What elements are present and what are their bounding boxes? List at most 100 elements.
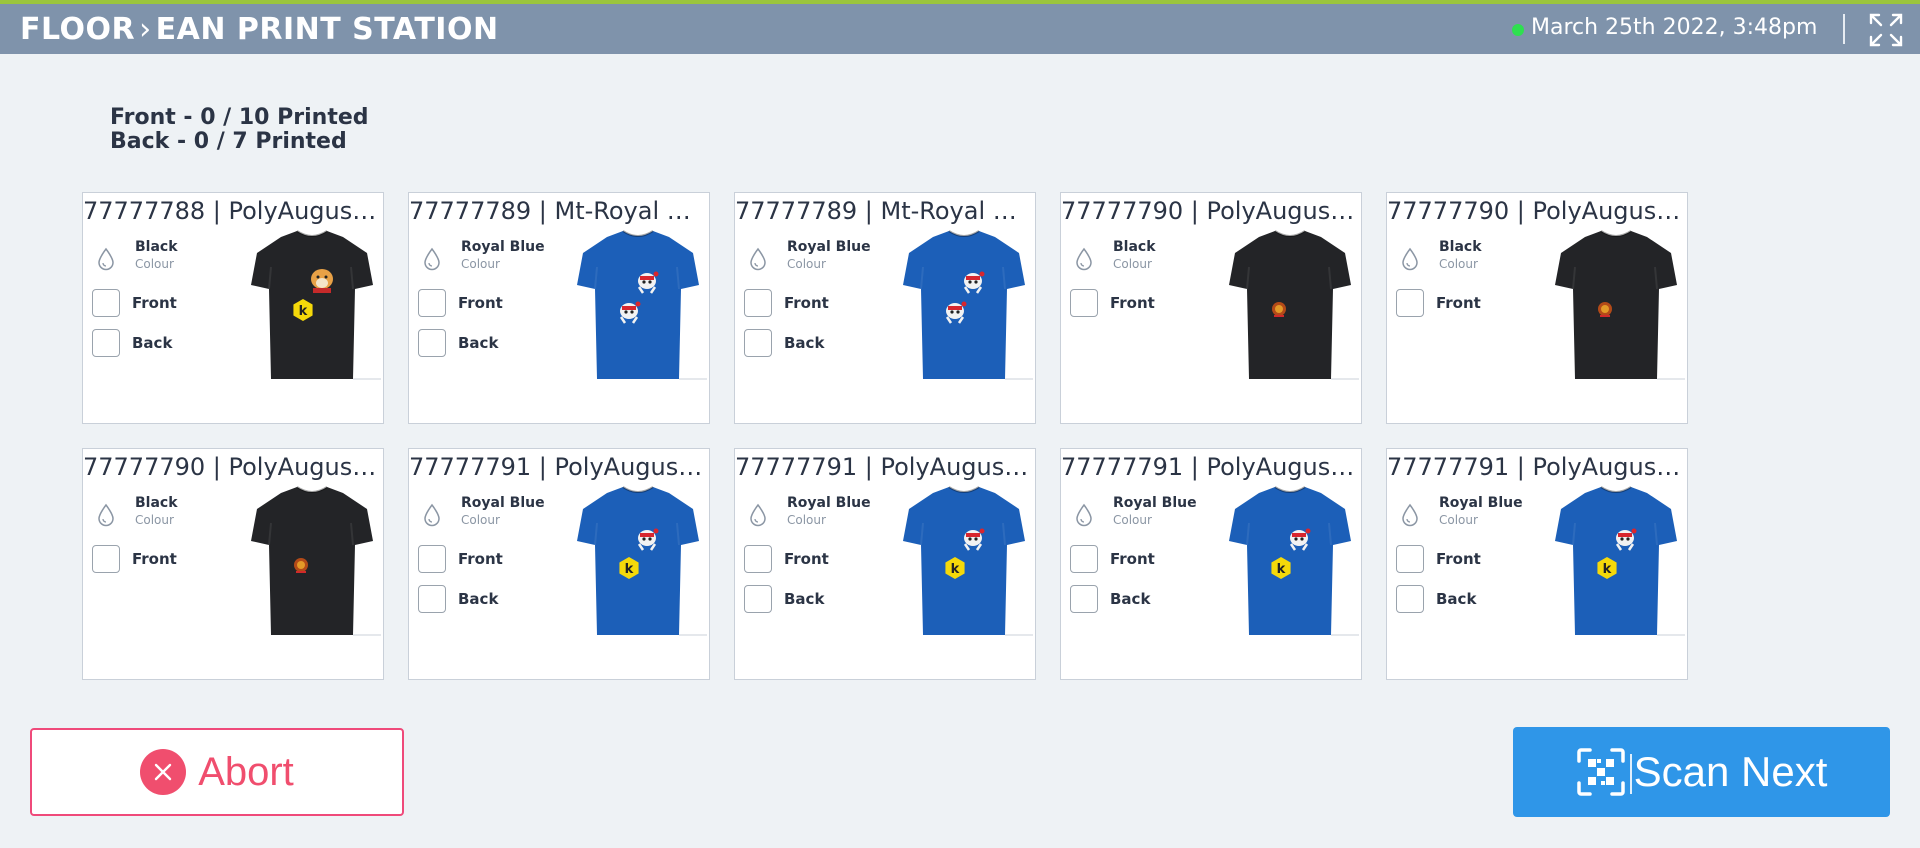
- back-checkbox[interactable]: [1396, 585, 1424, 613]
- back-checkbox[interactable]: [744, 585, 772, 613]
- item-card[interactable]: 77777788 | PolyAugusta-... Black Colour …: [82, 192, 384, 424]
- colour-name: Black: [1439, 239, 1482, 255]
- colour-caption: Colour: [787, 513, 826, 527]
- scan-next-button[interactable]: Scan Next: [1513, 727, 1890, 817]
- tshirt-image: k: [577, 486, 707, 636]
- colour-name: Royal Blue: [787, 239, 871, 255]
- svg-text:k: k: [1277, 562, 1286, 577]
- item-title: 77777790 | PolyAugusta-...: [1387, 197, 1687, 225]
- front-checkbox-row[interactable]: Front: [1396, 287, 1481, 319]
- colour-caption: Colour: [1113, 513, 1152, 527]
- front-label: Front: [784, 294, 829, 312]
- front-label: Front: [1110, 294, 1155, 312]
- front-checkbox[interactable]: [1396, 289, 1424, 317]
- colour-caption: Colour: [135, 513, 174, 527]
- colour-name: Royal Blue: [787, 495, 871, 511]
- back-printed-count: Back - 0 / 7 Printed: [110, 129, 347, 154]
- colour-name: Black: [135, 495, 178, 511]
- breadcrumb-current: EAN PRINT STATION: [155, 12, 499, 47]
- colour-name: Black: [135, 239, 178, 255]
- front-checkbox[interactable]: [92, 545, 120, 573]
- back-checkbox-row[interactable]: Back: [744, 583, 824, 615]
- item-title: 77777789 | Mt-Royal Blue...: [409, 197, 709, 225]
- front-checkbox-row[interactable]: Front: [418, 543, 503, 575]
- item-title: 77777790 | PolyAugusta-...: [83, 453, 383, 481]
- front-checkbox-row[interactable]: Front: [744, 287, 829, 319]
- front-checkbox-row[interactable]: Front: [1070, 287, 1155, 319]
- datetime-display: March 25th 2022, 3:48pm: [1531, 15, 1818, 40]
- close-circle-icon: [140, 749, 187, 795]
- item-card[interactable]: 77777789 | Mt-Royal Blue... Royal Blue C…: [408, 192, 710, 424]
- scan-next-label: Scan Next: [1629, 748, 1827, 796]
- item-card[interactable]: 77777791 | PolyAugusta-... Royal Blue Co…: [408, 448, 710, 680]
- item-title: 77777791 | PolyAugusta-...: [409, 453, 709, 481]
- front-checkbox[interactable]: [744, 545, 772, 573]
- front-checkbox-row[interactable]: Front: [418, 287, 503, 319]
- back-checkbox[interactable]: [418, 329, 446, 357]
- front-checkbox[interactable]: [1070, 545, 1098, 573]
- item-card[interactable]: 77777791 | PolyAugusta-... Royal Blue Co…: [1386, 448, 1688, 680]
- back-checkbox[interactable]: [744, 329, 772, 357]
- qr-scan-icon: [1576, 748, 1625, 796]
- back-checkbox-row[interactable]: Back: [744, 327, 824, 359]
- svg-text:k: k: [299, 304, 308, 319]
- abort-button[interactable]: Abort: [30, 728, 404, 816]
- item-grid: 77777788 | PolyAugusta-... Black Colour …: [82, 192, 1688, 680]
- back-checkbox[interactable]: [418, 585, 446, 613]
- colour-caption: Colour: [461, 513, 500, 527]
- front-checkbox-row[interactable]: Front: [92, 287, 177, 319]
- item-title: 77777791 | PolyAugusta-...: [735, 453, 1035, 481]
- online-status-dot: [1512, 24, 1524, 36]
- colour-name: Royal Blue: [1439, 495, 1523, 511]
- tshirt-image: k: [251, 230, 381, 380]
- back-checkbox[interactable]: [92, 329, 120, 357]
- front-label: Front: [458, 550, 503, 568]
- front-label: Front: [458, 294, 503, 312]
- item-card[interactable]: 77777791 | PolyAugusta-... Royal Blue Co…: [1060, 448, 1362, 680]
- svg-text:k: k: [951, 562, 960, 577]
- colour-caption: Colour: [1439, 257, 1478, 271]
- colour-caption: Colour: [461, 257, 500, 271]
- front-label: Front: [784, 550, 829, 568]
- front-checkbox[interactable]: [418, 545, 446, 573]
- tshirt-image: k: [1555, 486, 1685, 636]
- item-card[interactable]: 77777789 | Mt-Royal Blue... Royal Blue C…: [734, 192, 1036, 424]
- back-label: Back: [1436, 590, 1477, 608]
- front-checkbox-row[interactable]: Front: [1396, 543, 1481, 575]
- front-label: Front: [1436, 294, 1481, 312]
- back-checkbox-row[interactable]: Back: [92, 327, 172, 359]
- droplet-icon: [98, 503, 114, 527]
- front-printed-count: Front - 0 / 10 Printed: [110, 105, 369, 130]
- back-checkbox-row[interactable]: Back: [1396, 583, 1476, 615]
- front-checkbox-row[interactable]: Front: [92, 543, 177, 575]
- droplet-icon: [750, 247, 766, 271]
- front-checkbox[interactable]: [1070, 289, 1098, 317]
- tshirt-image: [1555, 230, 1685, 380]
- front-checkbox-row[interactable]: Front: [744, 543, 829, 575]
- front-checkbox[interactable]: [744, 289, 772, 317]
- item-card[interactable]: 77777790 | PolyAugusta-... Black Colour …: [1060, 192, 1362, 424]
- droplet-icon: [750, 503, 766, 527]
- fullscreen-button[interactable]: [1868, 12, 1904, 48]
- back-checkbox[interactable]: [1070, 585, 1098, 613]
- front-checkbox[interactable]: [418, 289, 446, 317]
- breadcrumb-separator: ›: [139, 12, 152, 47]
- back-checkbox-row[interactable]: Back: [1070, 583, 1150, 615]
- droplet-icon: [1402, 247, 1418, 271]
- breadcrumb-root[interactable]: FLOOR: [20, 12, 135, 47]
- front-checkbox-row[interactable]: Front: [1070, 543, 1155, 575]
- item-card[interactable]: 77777790 | PolyAugusta-... Black Colour …: [82, 448, 384, 680]
- back-label: Back: [458, 334, 499, 352]
- svg-text:k: k: [625, 562, 634, 577]
- tshirt-image: [577, 230, 707, 380]
- item-card[interactable]: 77777790 | PolyAugusta-... Black Colour …: [1386, 192, 1688, 424]
- back-checkbox-row[interactable]: Back: [418, 583, 498, 615]
- back-checkbox-row[interactable]: Back: [418, 327, 498, 359]
- text-caret: [1629, 754, 1632, 794]
- colour-caption: Colour: [1439, 513, 1478, 527]
- front-label: Front: [132, 294, 177, 312]
- front-checkbox[interactable]: [92, 289, 120, 317]
- item-card[interactable]: 77777791 | PolyAugusta-... Royal Blue Co…: [734, 448, 1036, 680]
- tshirt-image: [903, 230, 1033, 380]
- front-checkbox[interactable]: [1396, 545, 1424, 573]
